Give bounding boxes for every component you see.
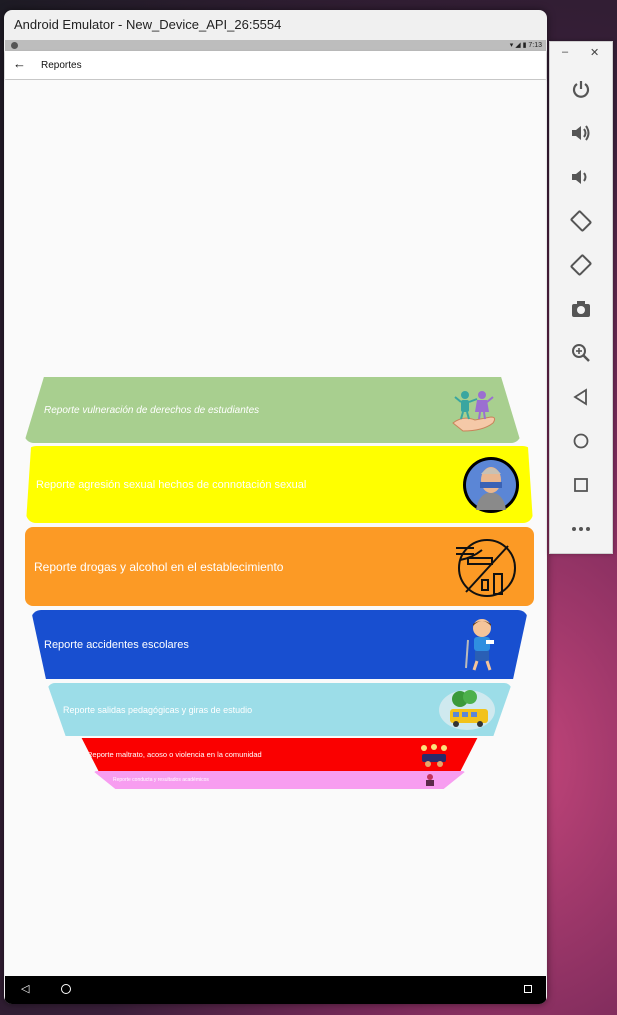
report-list: Reporte vulneración de derechos de estud… (5, 80, 546, 976)
report-label: Reporte vulneración de derechos de estud… (44, 404, 260, 416)
silenced-person-icon (462, 456, 520, 514)
zoom-icon[interactable] (564, 336, 598, 370)
bullying-icon (416, 742, 452, 768)
page-title: Reportes (41, 60, 82, 71)
nav-home-icon[interactable] (61, 984, 71, 994)
report-label: Reporte agresión sexual hechos de connot… (36, 478, 307, 491)
more-icon[interactable] (564, 512, 598, 546)
report-card-accidentes[interactable]: Reporte accidentes escolares (31, 610, 528, 679)
injured-child-icon (462, 618, 502, 672)
report-label: Reporte drogas y alcohol en el estableci… (34, 559, 284, 574)
app-bar: ← Reportes (5, 51, 546, 79)
close-icon[interactable]: ✕ (590, 46, 599, 59)
report-card-agresion-sexual[interactable]: Reporte agresión sexual hechos de connot… (26, 446, 533, 523)
report-label: Reporte maltrato, acoso o violencia en l… (87, 750, 262, 759)
report-card-drogas-alcohol[interactable]: Reporte drogas y alcohol en el estableci… (25, 527, 534, 606)
volume-up-icon[interactable] (564, 116, 598, 150)
overview-icon[interactable] (564, 468, 598, 502)
status-right: ▾ ◢ ▮ 7:13 (510, 40, 542, 51)
report-label: Reporte accidentes escolares (44, 638, 189, 651)
minimize-icon[interactable]: – (562, 46, 568, 58)
signal-icon: ◢ (515, 42, 521, 49)
android-nav-bar: ◁ (5, 976, 546, 1004)
battery-icon: ▮ (522, 42, 527, 49)
nav-back-icon[interactable]: ◁ (21, 982, 29, 995)
report-card-salidas-pedagogicas[interactable]: Reporte salidas pedagógicas y giras de e… (47, 683, 512, 736)
report-card-vulneracion[interactable]: Reporte vulneración de derechos de estud… (24, 377, 521, 443)
window-title: Android Emulator - New_Device_API_26:555… (14, 17, 282, 32)
emulator-side-panel: – ✕ (549, 41, 613, 554)
back-arrow-icon[interactable]: ← (13, 56, 26, 71)
back-icon[interactable] (564, 380, 598, 414)
report-label: Reporte conducta y resultados académicos (113, 777, 209, 783)
report-card-maltrato[interactable]: Reporte maltrato, acoso o violencia en l… (81, 738, 478, 771)
student-icon (422, 773, 438, 787)
report-label: Reporte salidas pedagógicas y giras de e… (63, 704, 253, 715)
report-card-conducta[interactable]: Reporte conducta y resultados académicos (93, 771, 466, 789)
volume-down-icon[interactable] (564, 160, 598, 194)
rotate-right-icon[interactable] (564, 248, 598, 282)
drugs-alcohol-icon (452, 534, 518, 600)
school-bus-icon (438, 689, 496, 731)
camera-icon[interactable] (564, 292, 598, 326)
status-time: 7:13 (528, 42, 542, 49)
children-on-hand-icon (449, 387, 499, 433)
power-icon[interactable] (564, 72, 598, 106)
rotate-left-icon[interactable] (564, 204, 598, 238)
nav-recents-icon[interactable] (524, 985, 532, 993)
home-icon[interactable] (564, 424, 598, 458)
wifi-icon: ▾ (509, 42, 514, 49)
notification-icon (11, 42, 18, 49)
emulator-window: Android Emulator - New_Device_API_26:555… (4, 10, 547, 1004)
status-bar: ▾ ◢ ▮ 7:13 (5, 40, 546, 51)
